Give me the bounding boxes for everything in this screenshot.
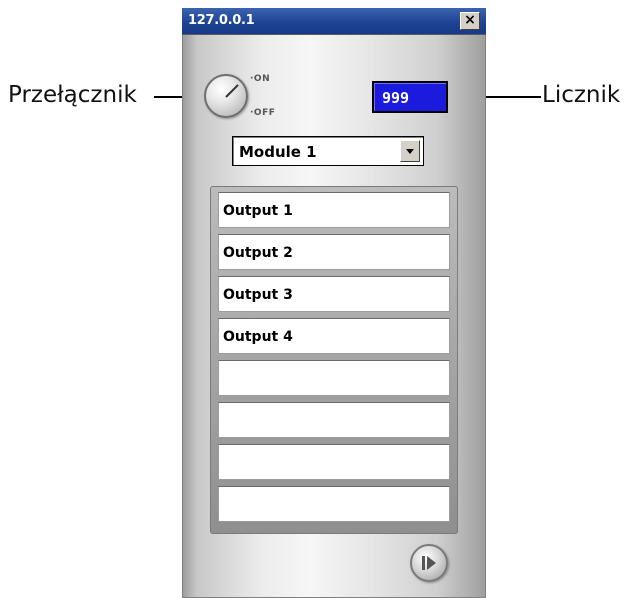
knob-pointer — [225, 84, 239, 98]
output-panel: Output 1 Output 2 Output 3 Output 4 — [210, 186, 458, 534]
switch-on-label: ·ON — [250, 74, 271, 84]
output-row[interactable]: Output 2 — [218, 234, 450, 270]
counter-display: 999 — [372, 81, 448, 113]
counter-value: 999 — [382, 89, 410, 107]
output-list: Output 1 Output 2 Output 3 Output 4 — [218, 192, 450, 528]
switch-off-label: ·OFF — [250, 108, 276, 118]
output-row[interactable] — [218, 402, 450, 438]
title-bar[interactable]: 127.0.0.1 × — [182, 8, 486, 35]
output-row-label: Output 2 — [223, 245, 293, 261]
output-row-label: Output 4 — [223, 329, 293, 345]
control-window: 127.0.0.1 × ·ON ·OFF 999 Module 1 Output… — [182, 8, 486, 598]
callout-counter-label: Licznik — [542, 82, 621, 108]
output-row[interactable]: Output 4 — [218, 318, 450, 354]
module-select[interactable]: Module 1 — [232, 136, 424, 166]
output-row[interactable] — [218, 360, 450, 396]
power-switch-knob[interactable] — [204, 74, 248, 118]
module-select-value: Module 1 — [239, 143, 317, 161]
output-row[interactable] — [218, 486, 450, 522]
callout-switch-label: Przełącznik — [8, 82, 137, 108]
play-icon — [422, 556, 436, 570]
chevron-down-icon[interactable] — [400, 140, 420, 162]
window-title: 127.0.0.1 — [188, 13, 255, 28]
output-row[interactable]: Output 1 — [218, 192, 450, 228]
close-icon: × — [464, 12, 476, 28]
output-row-label: Output 3 — [223, 287, 293, 303]
output-row[interactable]: Output 3 — [218, 276, 450, 312]
close-button[interactable]: × — [460, 12, 480, 30]
output-row[interactable] — [218, 444, 450, 480]
output-row-label: Output 1 — [223, 203, 293, 219]
play-button[interactable] — [410, 544, 448, 582]
